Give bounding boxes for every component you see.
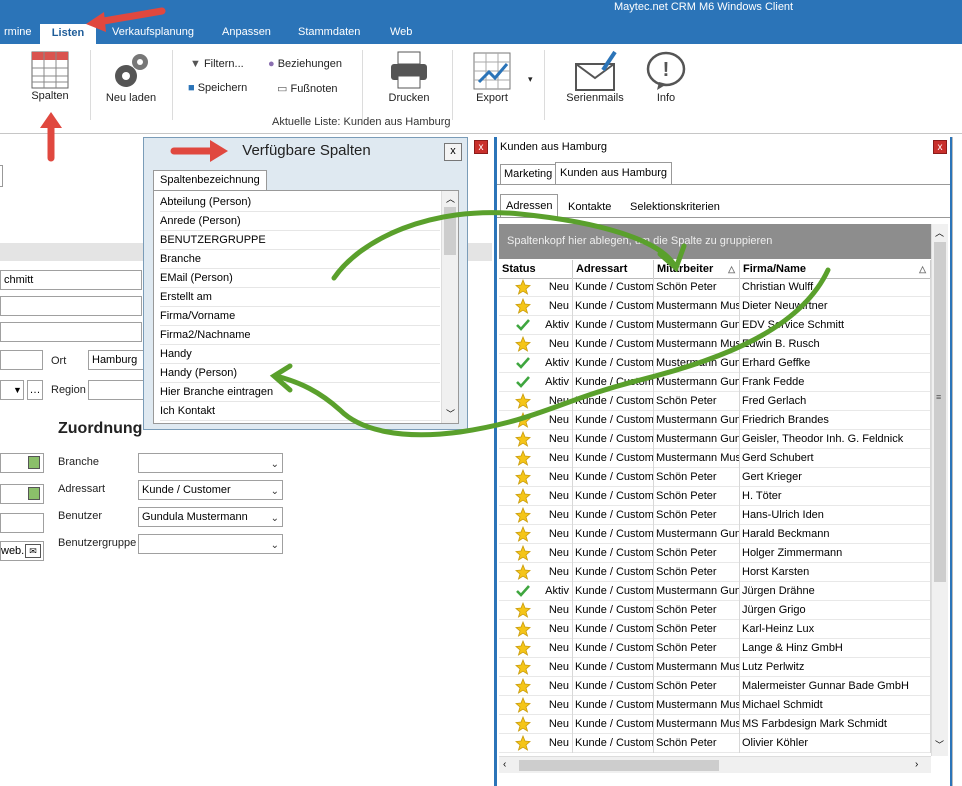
red-arrow-icon	[40, 112, 62, 162]
green-drag-arrow-icon	[269, 210, 831, 438]
red-arrow-icon	[86, 7, 166, 32]
red-arrow-icon	[170, 140, 228, 162]
annotation-overlay	[40, 7, 831, 438]
